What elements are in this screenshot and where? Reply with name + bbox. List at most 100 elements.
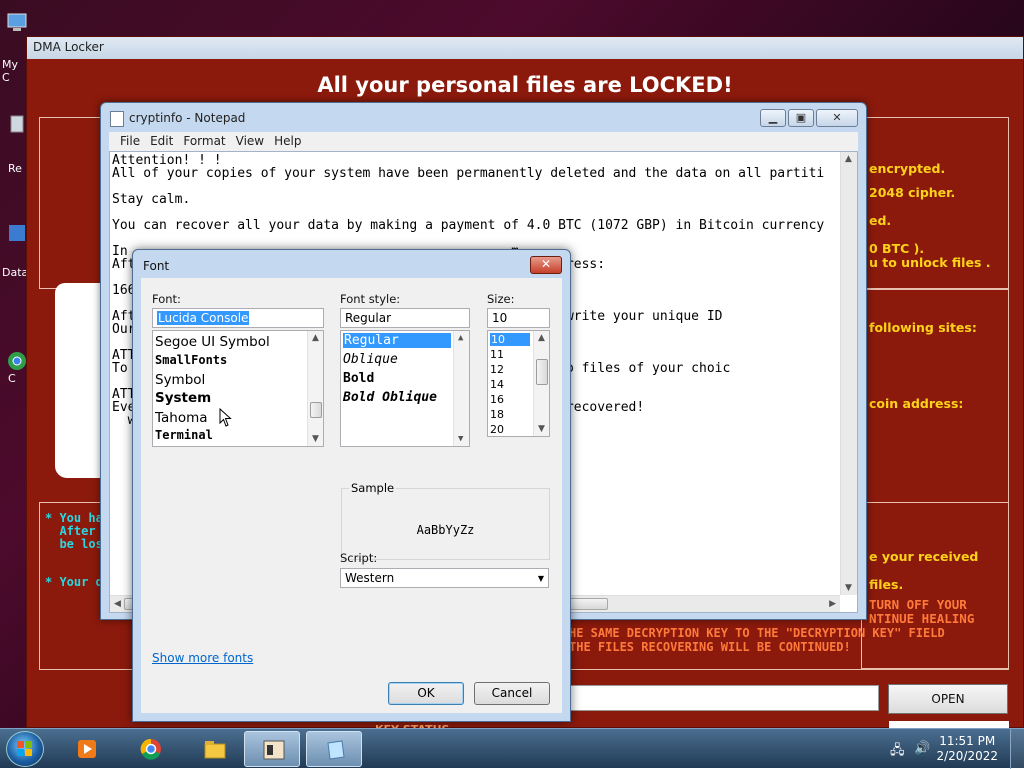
recycle-bin-icon [10, 115, 24, 133]
script-select[interactable]: Western ▼ [340, 568, 549, 588]
font-style-item-selected[interactable]: Regular [343, 333, 451, 348]
open-button[interactable]: OPEN [888, 684, 1008, 714]
scroll-thumb[interactable] [536, 359, 548, 385]
font-label: Font: [152, 292, 181, 306]
desktop-icon-chrome[interactable]: C [0, 350, 26, 385]
decryption-key-field[interactable] [569, 685, 879, 711]
info-text: u to unlock files . [869, 255, 991, 270]
taskbar-dma-locker[interactable] [244, 731, 300, 767]
size-item[interactable]: 18 [490, 408, 504, 421]
font-style-item[interactable]: Oblique [343, 352, 398, 367]
notepad-icon [110, 111, 124, 127]
scroll-thumb[interactable] [310, 402, 322, 418]
ok-button[interactable]: OK [388, 682, 464, 705]
chevron-down-icon: ▼ [537, 574, 544, 583]
desktop-icon-data[interactable]: Data [0, 222, 28, 279]
restore-icon: ▣ [795, 111, 807, 124]
chrome-icon [140, 738, 161, 760]
menu-edit[interactable]: Edit [145, 132, 178, 151]
scroll-right-icon[interactable]: ▶ [829, 599, 836, 609]
desktop-icon-recycle[interactable]: Re [0, 112, 26, 175]
size-item[interactable]: 16 [490, 393, 504, 406]
font-list-item[interactable]: Tahoma [155, 410, 208, 426]
menu-bar: File Edit Format View Help [109, 132, 858, 151]
font-dialog-titlebar[interactable]: Font ✕ [133, 250, 570, 278]
size-list-scrollbar[interactable]: ▲ ▼ [533, 331, 549, 436]
volume-icon[interactable]: 🔊 [914, 741, 930, 756]
vertical-scrollbar[interactable]: ▲ ▼ [840, 152, 857, 595]
clock[interactable]: 11:51 PM 2/20/2022 [936, 734, 998, 764]
font-dialog: Font ✕ Font: Lucida Console Segoe UI Sym… [132, 249, 571, 722]
taskbar-explorer[interactable] [186, 731, 242, 767]
font-list-item[interactable]: Terminal [155, 428, 213, 442]
font-name-value: Lucida Console [157, 311, 250, 325]
ransom-headline: All your personal files are LOCKED! [317, 73, 733, 97]
desktop-icon-label: Data [2, 266, 29, 279]
start-button[interactable] [6, 731, 44, 767]
sample-box: Sample AaBbYyZz [341, 481, 550, 560]
scroll-left-icon[interactable]: ◀ [114, 599, 121, 609]
font-style-item[interactable]: Bold [343, 371, 374, 386]
scroll-up-icon[interactable]: ▲ [312, 333, 319, 343]
font-dialog-body: Font: Lucida Console Segoe UI Symbol Sma… [141, 278, 562, 713]
font-list-scrollbar[interactable]: ▲ ▼ [307, 331, 323, 446]
minimize-button[interactable]: ▁ [760, 109, 786, 127]
size-item[interactable]: 11 [490, 348, 504, 361]
taskbar-notepad[interactable] [306, 731, 362, 767]
menu-format[interactable]: Format [178, 132, 230, 151]
font-dialog-close-button[interactable]: ✕ [530, 256, 562, 274]
desktop-icon-computer[interactable]: My C [0, 12, 27, 84]
windows-logo-icon [17, 741, 32, 756]
notepad-titlebar[interactable]: cryptinfo - Notepad ▁ ▣ ✕ [101, 103, 866, 133]
size-item[interactable]: 12 [490, 363, 504, 376]
font-list[interactable]: Segoe UI Symbol SmallFonts Symbol System… [152, 330, 324, 447]
menu-file[interactable]: File [115, 132, 145, 151]
chrome-icon [8, 352, 26, 370]
scroll-down-icon[interactable]: ▼ [538, 424, 545, 434]
menu-help[interactable]: Help [269, 132, 306, 151]
menu-view[interactable]: View [231, 132, 269, 151]
script-value: Western [345, 571, 395, 585]
cancel-button[interactable]: Cancel [474, 682, 550, 705]
scroll-up-icon[interactable]: ▲ [538, 333, 545, 343]
info-text: 0 BTC ). [869, 241, 925, 256]
font-style-item[interactable]: Bold Oblique [343, 390, 437, 405]
scroll-up-icon[interactable]: ▲ [458, 333, 463, 343]
font-list-item[interactable]: SmallFonts [155, 353, 227, 367]
show-desktop-button[interactable] [1010, 729, 1024, 769]
maximize-button[interactable]: ▣ [788, 109, 814, 127]
show-more-fonts-link[interactable]: Show more fonts [152, 651, 253, 665]
network-icon[interactable]: 🖧 [890, 741, 905, 763]
style-list-scrollbar[interactable]: ▲ ▼ [453, 331, 469, 446]
size-item[interactable]: 14 [490, 378, 504, 391]
close-icon: ✕ [540, 257, 552, 271]
computer-icon [7, 13, 27, 31]
scroll-down-icon[interactable]: ▼ [458, 434, 463, 444]
clock-date: 2/20/2022 [936, 749, 998, 763]
size-list[interactable]: 10 11 12 14 16 18 20 ▲ ▼ [487, 330, 550, 437]
scroll-down-icon[interactable]: ▼ [312, 434, 319, 444]
size-item-selected[interactable]: 10 [490, 333, 530, 346]
info-text: files. [869, 577, 904, 592]
warning-text: TURN OFF YOUR [869, 597, 967, 612]
taskbar-media-player[interactable] [58, 731, 114, 767]
minimize-icon: ▁ [768, 111, 778, 124]
font-list-item[interactable]: Symbol [155, 372, 205, 388]
size-item[interactable]: 20 [490, 423, 504, 436]
taskbar-chrome[interactable] [122, 731, 178, 767]
size-input[interactable]: 10 [487, 308, 550, 328]
sample-label: Sample [349, 481, 397, 495]
explorer-icon [204, 741, 226, 759]
font-name-input[interactable]: Lucida Console [152, 308, 324, 328]
info-text: coin address: [869, 396, 964, 411]
close-button[interactable]: ✕ [816, 109, 858, 127]
dma-titlebar[interactable]: DMA Locker [27, 37, 1023, 59]
scroll-up-icon[interactable]: ▲ [845, 154, 852, 164]
font-list-item[interactable]: System [155, 390, 211, 406]
info-text: ed. [869, 213, 892, 228]
font-style-list[interactable]: Regular Oblique Bold Bold Oblique ▲ ▼ [340, 330, 470, 447]
warning-text: THE FILES RECOVERING WILL BE CONTINUED! [569, 640, 851, 654]
font-list-item[interactable]: Segoe UI Symbol [155, 334, 270, 350]
font-style-input[interactable]: Regular [340, 308, 470, 328]
scroll-down-icon[interactable]: ▼ [845, 583, 852, 593]
